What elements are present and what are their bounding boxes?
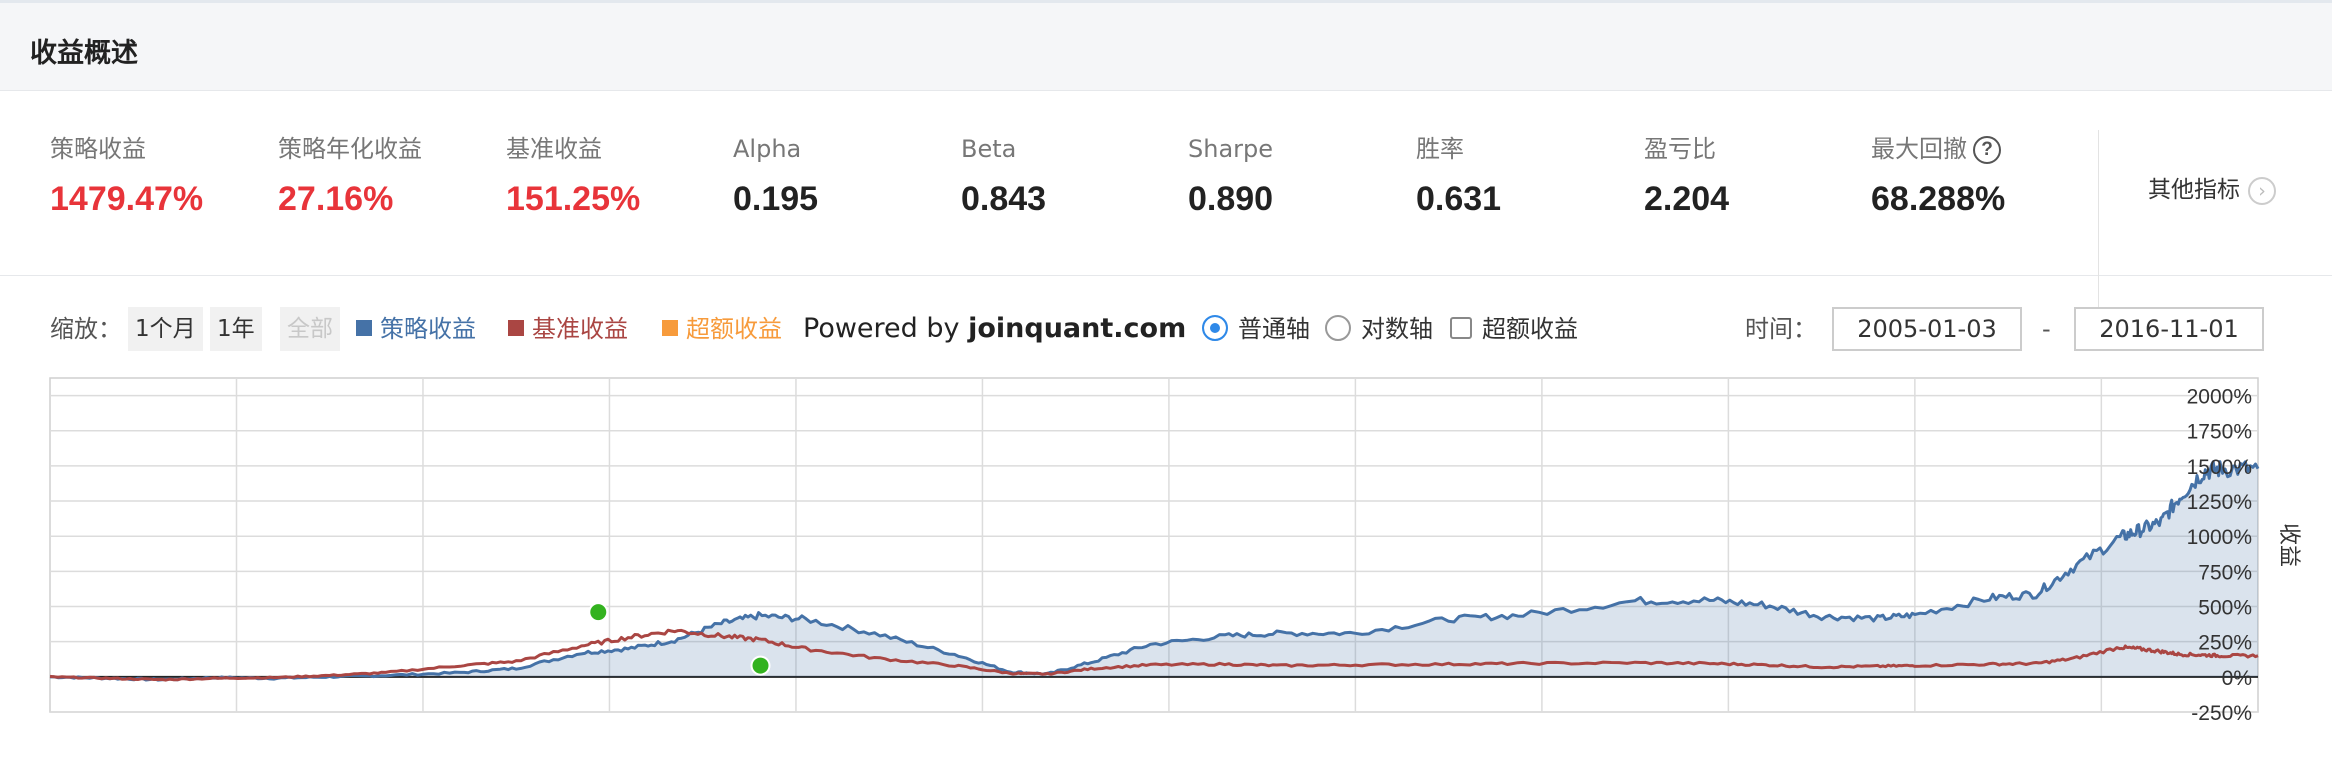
legend-swatch [508, 320, 524, 336]
legend-excess[interactable]: 超额收益 [662, 306, 782, 352]
legend-strategy[interactable]: 策略收益 [356, 306, 476, 352]
question-circle-icon[interactable]: ? [1973, 136, 2001, 164]
y-tick-label: 2000% [2187, 386, 2252, 409]
y-tick-label: 750% [2198, 561, 2252, 584]
section-header: 收益概述 [0, 3, 2332, 91]
metric-alpha: Alpha 0.195 [733, 132, 953, 219]
metric-max-drawdown: 最大回撤? 68.288% [1871, 132, 2091, 219]
powered-prefix: Powered by [803, 313, 960, 344]
y-tick-label: 500% [2198, 597, 2252, 620]
metric-label: Alpha [733, 135, 802, 163]
zoom-label: 缩放： [50, 315, 122, 343]
axis-log-option[interactable]: 对数轴 [1325, 306, 1433, 352]
checkbox-icon[interactable] [1450, 317, 1472, 339]
zoom-1-month-button[interactable]: 1个月 [128, 307, 203, 351]
legend-label: 基准收益 [532, 315, 628, 343]
radio-icon[interactable] [1325, 315, 1351, 341]
date-to-input[interactable]: 2016-11-01 [2074, 307, 2264, 351]
metric-value: 0.631 [1416, 180, 1502, 218]
metrics-panel: 策略收益 1479.47% 策略年化收益 27.16% 基准收益 151.25%… [0, 92, 2332, 322]
y-tick-label: 1750% [2187, 421, 2252, 444]
zoom-all-button[interactable]: 全部 [280, 307, 340, 351]
metric-label: Sharpe [1188, 135, 1274, 163]
metric-win-rate: 胜率 0.631 [1416, 132, 1636, 219]
y-tick-label: 1250% [2187, 491, 2252, 514]
metric-value: 151.25% [506, 180, 641, 218]
y-axis-label: 收益 [2276, 523, 2301, 567]
trade-marker [750, 655, 771, 676]
metric-value: 2.204 [1644, 180, 1730, 218]
section-title: 收益概述 [30, 38, 138, 69]
excess-return-option[interactable]: 超额收益 [1450, 306, 1578, 352]
other-metrics-label: 其他指标 [2148, 177, 2240, 203]
metric-label-row: 最大回撤? [1871, 132, 2091, 166]
metric-sharpe: Sharpe 0.890 [1188, 132, 1408, 219]
metric-value: 68.288% [1871, 180, 2006, 218]
metric-value: 27.16% [278, 180, 394, 218]
zoom-1-year-button[interactable]: 1年 [210, 307, 262, 351]
axis-normal-option[interactable]: 普通轴 [1202, 306, 1310, 352]
chevron-right-icon: › [2248, 176, 2276, 205]
legend-label: 策略收益 [380, 315, 476, 343]
metric-label: Beta [961, 135, 1017, 163]
legend-label: 超额收益 [686, 315, 782, 343]
metric-strategy-return: 策略收益 1479.47% [50, 132, 270, 219]
y-tick-label: -250% [2191, 702, 2252, 722]
powered-site: joinquant.com [968, 313, 1187, 344]
legend-benchmark[interactable]: 基准收益 [508, 306, 628, 352]
powered-by: Powered by joinquant.com [803, 306, 1186, 352]
time-label: 时间： [1745, 315, 1817, 343]
y-tick-label: 1000% [2187, 526, 2252, 549]
metric-value: 1479.47% [50, 180, 204, 218]
metric-label: 基准收益 [506, 135, 602, 163]
radio-selected-icon[interactable] [1202, 315, 1228, 341]
metric-label: 策略年化收益 [278, 135, 422, 163]
metric-label: 最大回撤 [1871, 135, 1967, 163]
metric-value: 0.890 [1188, 180, 1274, 218]
other-metrics-link[interactable]: 其他指标 › [2148, 170, 2276, 205]
metric-benchmark-return: 基准收益 151.25% [506, 132, 726, 219]
metrics-divider [2098, 130, 2099, 322]
legend-swatch [662, 320, 678, 336]
metric-annualized-return: 策略年化收益 27.16% [278, 132, 498, 219]
date-from-input[interactable]: 2005-01-03 [1832, 307, 2022, 351]
y-tick-label: 1500% [2187, 456, 2252, 479]
legend-swatch [356, 320, 372, 336]
metric-value: 0.843 [961, 180, 1047, 218]
chart-toolbar: 缩放： 1个月 1年 全部 策略收益 基准收益 超额收益 Powered by … [0, 306, 2332, 352]
returns-chart[interactable]: -250% 0% 250% 500% 750% 1000% 1250% 1500% 1750% 2… [0, 370, 2332, 722]
axis-normal-label: 普通轴 [1238, 315, 1310, 343]
metric-label: 胜率 [1416, 135, 1464, 163]
excess-return-label: 超额收益 [1482, 315, 1578, 343]
metric-profit-loss-ratio: 盈亏比 2.204 [1644, 132, 1864, 219]
metric-label: 盈亏比 [1644, 135, 1716, 163]
y-tick-label: 0% [2222, 667, 2252, 690]
axis-log-label: 对数轴 [1361, 315, 1433, 343]
y-tick-label: 250% [2198, 632, 2252, 655]
metric-value: 0.195 [733, 180, 819, 218]
metric-label: 策略收益 [50, 135, 146, 163]
date-separator: - [2042, 315, 2051, 343]
metric-beta: Beta 0.843 [961, 132, 1181, 219]
trade-marker [588, 602, 609, 623]
